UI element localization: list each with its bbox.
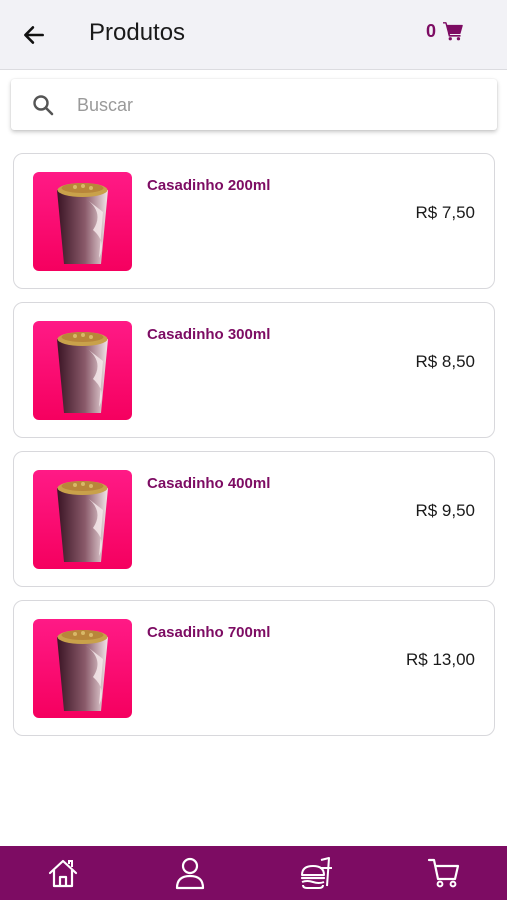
app-header: Produtos 0 bbox=[0, 0, 507, 70]
product-card[interactable]: Casadinho 700ml R$ 13,00 bbox=[13, 600, 495, 736]
search-icon bbox=[33, 95, 54, 116]
product-card[interactable]: Casadinho 400ml R$ 9,50 bbox=[13, 451, 495, 587]
product-price: R$ 8,50 bbox=[415, 352, 475, 371]
nav-menu[interactable] bbox=[254, 846, 381, 900]
header-cart-button[interactable]: 0 bbox=[426, 14, 464, 48]
search-bar bbox=[11, 79, 497, 130]
cart-icon bbox=[427, 858, 459, 888]
product-list: Casadinho 200ml R$ 7,50 Casadinho 300ml … bbox=[13, 153, 495, 749]
nav-home[interactable] bbox=[0, 846, 127, 900]
product-image bbox=[33, 321, 132, 420]
product-image bbox=[33, 619, 132, 718]
bottom-nav bbox=[0, 846, 507, 900]
product-card[interactable]: Casadinho 300ml R$ 8,50 bbox=[13, 302, 495, 438]
product-name: Casadinho 400ml bbox=[147, 475, 271, 492]
product-price: R$ 13,00 bbox=[406, 650, 475, 669]
product-name: Casadinho 200ml bbox=[147, 177, 271, 194]
home-icon bbox=[49, 859, 78, 888]
food-icon bbox=[300, 857, 332, 889]
product-price: R$ 7,50 bbox=[415, 203, 475, 222]
product-image bbox=[33, 172, 132, 271]
product-name: Casadinho 700ml bbox=[147, 624, 271, 641]
product-image bbox=[33, 470, 132, 569]
nav-cart[interactable] bbox=[380, 846, 507, 900]
arrow-left-icon bbox=[24, 26, 44, 44]
user-icon bbox=[176, 857, 205, 890]
cart-icon bbox=[443, 22, 463, 41]
search-input[interactable] bbox=[77, 87, 477, 123]
product-name: Casadinho 300ml bbox=[147, 326, 271, 343]
cart-count-badge: 0 bbox=[426, 20, 437, 41]
product-price: R$ 9,50 bbox=[415, 501, 475, 520]
nav-profile[interactable] bbox=[127, 846, 254, 900]
product-card[interactable]: Casadinho 200ml R$ 7,50 bbox=[13, 153, 495, 289]
back-button[interactable] bbox=[14, 17, 54, 53]
page-title: Produtos bbox=[89, 19, 186, 46]
